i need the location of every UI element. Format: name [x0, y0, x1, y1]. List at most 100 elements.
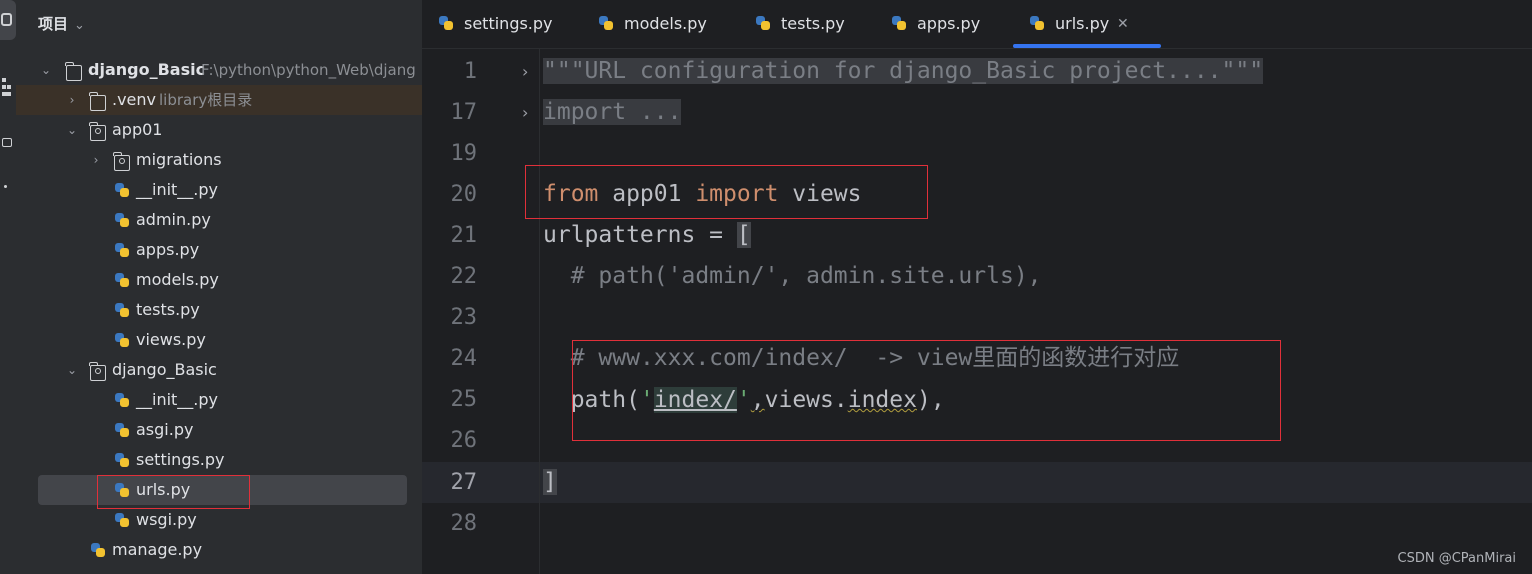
highlight-box-path — [572, 340, 1281, 441]
chevron-down-icon[interactable]: ⌄ — [40, 55, 52, 85]
watermark: CSDN @CPanMirai — [1397, 551, 1517, 566]
line-number: 23 — [450, 305, 478, 330]
tree-item-manage[interactable]: manage.py — [16, 535, 422, 565]
matched-bracket-open: [ — [736, 222, 751, 248]
tree-item-apps[interactable]: apps.py — [16, 235, 422, 265]
tree-item-label: tests.py — [136, 300, 200, 319]
tree-item-label: django_Basic — [112, 360, 217, 379]
tab-label: models.py — [624, 14, 707, 33]
tab-label: apps.py — [917, 14, 981, 33]
python-file-icon — [438, 15, 454, 31]
tree-item-app01-init[interactable]: __init__.py — [16, 175, 422, 205]
root-folder-path: F:\python\python_Web\djang — [201, 61, 416, 79]
python-file-icon — [891, 15, 907, 31]
more-icon[interactable] — [4, 185, 7, 188]
python-file-icon — [114, 302, 130, 318]
tree-item-label: app01 — [112, 120, 163, 139]
python-file-icon — [114, 182, 130, 198]
code-line-27[interactable]: ] — [543, 462, 557, 503]
python-file-icon — [114, 392, 130, 408]
python-file-icon — [90, 542, 106, 558]
tab-label: settings.py — [464, 14, 553, 33]
tree-root-django-basic[interactable]: ⌄ django_Basic F:\python\python_Web\djan… — [16, 55, 422, 85]
tree-item-asgi[interactable]: asgi.py — [16, 415, 422, 445]
tab-label: tests.py — [781, 14, 845, 33]
tree-item-wsgi[interactable]: wsgi.py — [16, 505, 422, 535]
python-file-icon — [114, 212, 130, 228]
root-folder-label: django_Basic — [88, 60, 206, 79]
tree-item-tests[interactable]: tests.py — [16, 295, 422, 325]
chevron-right-icon[interactable]: › — [90, 145, 102, 175]
line-number: 22 — [450, 264, 478, 289]
structure-icon[interactable] — [2, 78, 12, 98]
tree-item-label: views.py — [136, 330, 206, 349]
tree-item-label: wsgi.py — [136, 510, 197, 529]
tree-item-pkg-init[interactable]: __init__.py — [16, 385, 422, 415]
tree-item-migrations[interactable]: › migrations — [16, 145, 422, 175]
line-number: 28 — [450, 511, 478, 536]
venv-hint: library根目录 — [159, 91, 253, 109]
project-panel: 项目 ⌄ ⌄ django_Basic F:\python\python_Web\… — [16, 0, 422, 574]
tree-item-models[interactable]: models.py — [16, 265, 422, 295]
python-file-icon — [114, 452, 130, 468]
package-folder-icon — [89, 122, 106, 141]
line-number: 26 — [450, 428, 478, 453]
tree-item-label: migrations — [136, 150, 222, 169]
python-file-icon — [755, 15, 771, 31]
folder-icon — [65, 62, 82, 81]
line-number-current: 27 — [450, 470, 478, 495]
variable-urlpatterns: urlpatterns = — [543, 222, 737, 248]
python-file-icon — [114, 332, 130, 348]
chevron-down-icon[interactable]: ⌄ — [66, 355, 78, 385]
python-file-icon — [114, 422, 130, 438]
chevron-down-icon[interactable]: ⌄ — [74, 18, 85, 33]
tree-item-label: apps.py — [136, 240, 200, 259]
project-icon[interactable] — [1, 13, 12, 26]
highlight-box-import — [525, 165, 928, 219]
tree-item-label: settings.py — [136, 450, 225, 469]
tree-item-views[interactable]: views.py — [16, 325, 422, 355]
tab-urls[interactable]: urls.py ✕ — [1013, 0, 1161, 48]
python-file-icon — [114, 272, 130, 288]
comment-text: # path('admin/', admin.site.urls), — [570, 263, 1042, 289]
tree-item-label: manage.py — [112, 540, 203, 559]
line-number-gutter: 1 17 19 20 21 22 23 24 25 26 27 28 › › — [422, 48, 540, 574]
folded-docstring[interactable]: """URL configuration for django_Basic pr… — [543, 58, 1264, 84]
fold-expand-icon[interactable]: › — [522, 51, 528, 92]
tree-item-django-basic-package[interactable]: ⌄ django_Basic — [16, 355, 422, 385]
package-folder-icon — [89, 362, 106, 381]
python-file-icon — [114, 242, 130, 258]
line-number: 24 — [450, 346, 478, 371]
code-line-1[interactable]: """URL configuration for django_Basic pr… — [543, 51, 1264, 92]
tree-item-settings[interactable]: settings.py — [16, 445, 422, 475]
chevron-right-icon[interactable]: › — [66, 85, 78, 115]
venv-label: .venv — [112, 90, 157, 109]
tree-item-label: __init__.py — [136, 390, 219, 409]
chevron-down-icon[interactable]: ⌄ — [66, 115, 78, 145]
matched-bracket-close: ] — [543, 469, 557, 495]
code-line-21[interactable]: urlpatterns = [ — [543, 215, 751, 256]
python-file-icon — [114, 512, 130, 528]
folder-icon — [89, 92, 106, 111]
tree-item-venv[interactable]: › .venv library根目录 — [16, 85, 422, 115]
editor-area: settings.py models.py tests.py apps.py u… — [422, 0, 1532, 574]
bookmarks-icon[interactable] — [2, 138, 12, 147]
line-number: 25 — [450, 387, 478, 412]
fold-expand-icon[interactable]: › — [522, 92, 528, 133]
active-tab-indicator — [1013, 44, 1161, 48]
highlight-box-urls — [97, 475, 250, 509]
line-number: 20 — [450, 182, 478, 207]
line-number: 19 — [450, 141, 478, 166]
project-panel-title: 项目 — [38, 15, 69, 33]
python-file-icon — [1029, 15, 1045, 31]
code-line-22[interactable]: # path('admin/', admin.site.urls), — [543, 256, 1042, 297]
tree-item-admin[interactable]: admin.py — [16, 205, 422, 235]
line-number: 1 — [463, 59, 477, 84]
code-line-17[interactable]: import ... — [543, 92, 682, 133]
tree-item-app01[interactable]: ⌄ app01 — [16, 115, 422, 145]
project-panel-header[interactable]: 项目 ⌄ — [38, 13, 85, 34]
tree-item-label: __init__.py — [136, 180, 219, 199]
current-line-highlight — [422, 462, 1532, 503]
folded-imports[interactable]: import ... — [543, 99, 682, 125]
close-icon[interactable]: ✕ — [1117, 0, 1129, 48]
